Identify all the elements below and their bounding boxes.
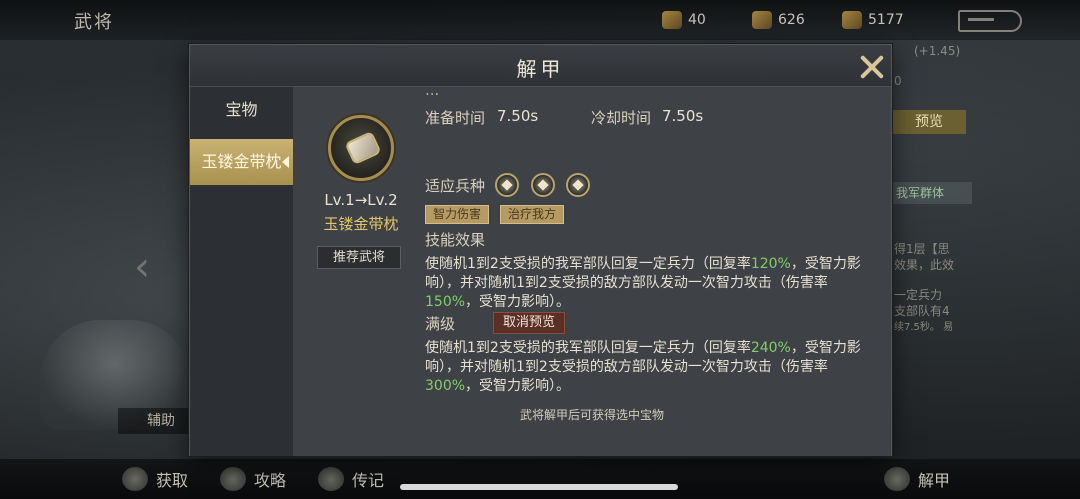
archer-icon (566, 173, 590, 197)
coin-icon (752, 11, 772, 29)
disarm-dialog: 解甲 宝物 玉镂金带枕 Lv.1→Lv.2 玉镂金带枕 推荐武将 ... 准备时… (189, 44, 892, 456)
close-icon[interactable] (858, 53, 886, 81)
troop-type-label: 适应兵种 (425, 177, 486, 195)
heal-rate-value: 120% (750, 256, 791, 272)
treasure-pillow-icon (328, 115, 394, 181)
acquire-label: 获取 (156, 471, 189, 490)
max-damage-rate-value: 300% (425, 378, 466, 394)
disarm-label: 解甲 (918, 471, 951, 490)
acquire-icon (122, 467, 148, 491)
damage-rate-value: 150% (425, 294, 466, 310)
bg-desc-text: 得1层【思 (894, 242, 950, 256)
biography-icon (318, 467, 344, 491)
sidebar-item-jade-pillow[interactable]: 玉镂金带枕 (190, 139, 293, 185)
bg-desc-text: 续7.5秒。 易 (894, 322, 954, 333)
bg-desc-text: 支部队有4 (894, 304, 950, 318)
page-title: 武将 (74, 12, 114, 33)
disarm-bottom-button[interactable]: 解甲 (884, 467, 950, 491)
back-arrow-icon[interactable] (958, 10, 1022, 32)
home-indicator[interactable] (400, 484, 678, 490)
cooldown-label: 冷却时间 (591, 109, 652, 127)
cooldown-value: 7.50s (662, 107, 704, 125)
resource-value: 40 (688, 12, 706, 28)
bg-stat-text: (+1.45) (914, 44, 961, 58)
cancel-preview-button[interactable]: 取消预览 (493, 312, 565, 334)
gem-icon (842, 11, 862, 29)
treasure-level: Lv.1→Lv.2 (324, 191, 398, 209)
bottom-bar: 获取 攻略 传记 解甲 (0, 459, 1080, 499)
prep-time-value: 7.50s (497, 107, 539, 125)
biography-button[interactable]: 传记 (318, 467, 384, 491)
max-heal-rate-value: 240% (750, 340, 791, 356)
guide-label: 攻略 (254, 471, 287, 490)
treasure-name: 玉镂金带枕 (323, 215, 399, 233)
resource-gem: 5177 (842, 11, 904, 29)
dialog-sidebar: 宝物 玉镂金带枕 (190, 87, 293, 456)
sidebar-item-treasure[interactable]: 宝物 (190, 87, 293, 133)
tag-heal-ally: 治疗我方 (500, 205, 565, 224)
max-level-description: 使随机1到2支受损的我军部队回复一定兵力（回复率240%，受智力影响），并对随机… (425, 340, 861, 394)
recommend-general-button[interactable]: 推荐武将 (317, 246, 401, 269)
bg-stat-text: 0 (894, 74, 902, 88)
bg-preview-button: 预览 (892, 110, 966, 134)
dialog-content: Lv.1→Lv.2 玉镂金带枕 推荐武将 ... 准备时间 7.50s 冷却时间… (293, 87, 891, 456)
resource-ticket: 40 (662, 11, 706, 29)
bg-tag: 我军群体 (892, 182, 972, 204)
disarm-icon (884, 467, 910, 491)
resource-value: 5177 (868, 12, 904, 28)
effect-title: 技能效果 (425, 231, 486, 249)
resource-value: 626 (778, 12, 805, 28)
guide-button[interactable]: 攻略 (220, 467, 286, 491)
guide-book-icon (220, 467, 246, 491)
bg-desc-text: 效果，此效 (894, 258, 955, 272)
footer-note: 武将解甲后可获得选中宝物 (519, 408, 664, 422)
top-bar: 武将 40 626 5177 (0, 0, 1080, 40)
tag-intel-damage: 智力伤害 (425, 205, 490, 224)
shield-icon (531, 173, 555, 197)
prep-time-label: 准备时间 (425, 109, 486, 127)
cavalry-icon (495, 173, 519, 197)
max-level-label: 满级 (425, 315, 456, 333)
biography-label: 传记 (352, 471, 385, 490)
clipped-stat-row: ... (425, 87, 440, 99)
dialog-title: 解甲 (516, 57, 565, 81)
chevron-left-icon[interactable]: ‹ (134, 244, 150, 290)
resource-coin: 626 (752, 11, 805, 29)
dialog-header: 解甲 (190, 45, 891, 87)
acquire-button[interactable]: 获取 (122, 467, 188, 491)
bg-desc-text: 一定兵力 (894, 288, 943, 302)
ticket-icon (662, 11, 682, 29)
effect-description: 使随机1到2支受损的我军部队回复一定兵力（回复率120%，受智力影响），并对随机… (425, 256, 861, 310)
